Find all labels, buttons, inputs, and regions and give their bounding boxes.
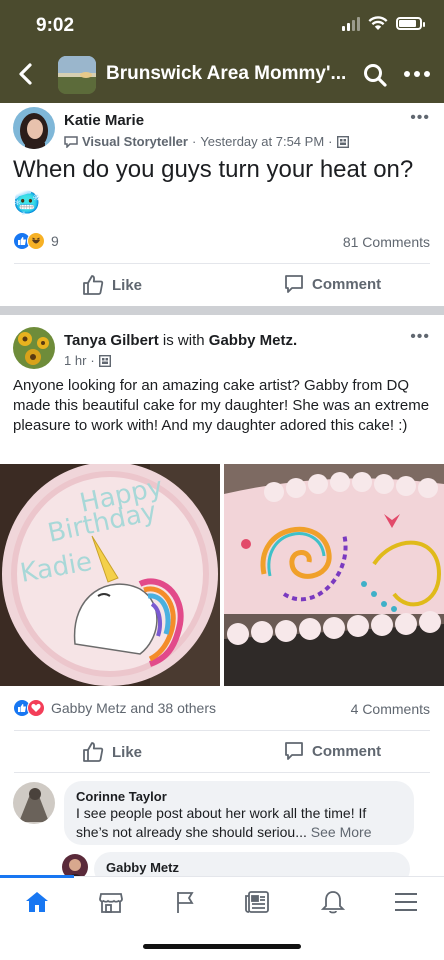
post-author[interactable]: Tanya Gilbert bbox=[64, 332, 159, 349]
group-privacy-icon bbox=[336, 135, 349, 148]
like-button[interactable]: Like bbox=[82, 274, 142, 296]
group-privacy-icon bbox=[98, 354, 111, 367]
reaction-summary[interactable]: 9 bbox=[13, 232, 59, 250]
comment-icon bbox=[285, 275, 303, 293]
post-options-icon[interactable]: ••• bbox=[410, 328, 430, 346]
thumbs-up-icon bbox=[83, 275, 104, 295]
like-label: Like bbox=[112, 276, 143, 294]
reaction-summary[interactable]: Gabby Metz and 38 others bbox=[13, 699, 216, 717]
comment-author[interactable]: Gabby Metz bbox=[106, 860, 398, 875]
comment-button[interactable]: Comment bbox=[284, 274, 381, 294]
post-meta: Visual Storyteller · Yesterday at 7:54 P… bbox=[64, 134, 349, 149]
divider bbox=[14, 772, 430, 773]
comment-bubble[interactable]: Corinne Taylor I see people post about h… bbox=[64, 781, 414, 845]
badge-icon bbox=[64, 135, 78, 148]
post-meta: 1 hr · bbox=[64, 353, 111, 368]
cake-photo-2[interactable] bbox=[224, 464, 444, 686]
tagged-user[interactable]: Gabby Metz bbox=[209, 332, 293, 349]
post-author-line: Tanya Gilbert is with Gabby Metz. bbox=[64, 332, 298, 349]
comment-author[interactable]: Corinne Taylor bbox=[76, 789, 402, 804]
top-bar: 9:02 Brunswick Area Mommy'... bbox=[0, 0, 444, 103]
battery-icon bbox=[396, 17, 425, 30]
status-time: 9:02 bbox=[36, 15, 75, 36]
post-time[interactable]: Yesterday at 7:54 PM bbox=[200, 134, 324, 149]
avatar[interactable] bbox=[13, 107, 55, 149]
post-options-icon[interactable]: ••• bbox=[410, 109, 430, 127]
signal-icon bbox=[342, 16, 360, 31]
comment-count[interactable]: 4 Comments bbox=[351, 701, 430, 717]
avatar[interactable] bbox=[13, 327, 55, 369]
news-icon[interactable] bbox=[240, 887, 276, 917]
reaction-count: 9 bbox=[51, 233, 59, 249]
post-author[interactable]: Katie Marie bbox=[64, 112, 144, 129]
comment-button[interactable]: Comment bbox=[284, 741, 381, 761]
home-icon[interactable] bbox=[19, 887, 55, 917]
love-reaction-icon bbox=[27, 699, 45, 717]
comment-count[interactable]: 81 Comments bbox=[343, 234, 430, 250]
divider bbox=[14, 263, 430, 264]
like-label: Like bbox=[112, 743, 143, 761]
comment-text: I see people post about her work all the… bbox=[76, 805, 372, 840]
post-time[interactable]: 1 hr bbox=[64, 353, 86, 368]
cake-photo-1[interactable]: Happy Birthday Kadie bbox=[0, 464, 220, 686]
comment-label: Comment bbox=[312, 742, 382, 760]
wifi-icon bbox=[368, 16, 388, 30]
menu-icon[interactable] bbox=[388, 887, 424, 917]
more-icon[interactable] bbox=[403, 67, 431, 81]
divider bbox=[14, 730, 430, 731]
pages-icon[interactable] bbox=[167, 887, 203, 917]
comment-label: Comment bbox=[312, 275, 382, 293]
reaction-names: Gabby Metz and 38 others bbox=[51, 700, 216, 716]
back-icon[interactable] bbox=[14, 60, 38, 88]
active-tab-indicator bbox=[0, 875, 74, 878]
post-text: Anyone looking for an amazing cake artis… bbox=[13, 377, 430, 434]
home-indicator bbox=[143, 944, 301, 949]
feed-separator bbox=[0, 306, 444, 315]
notifications-icon[interactable] bbox=[315, 887, 351, 917]
avatar[interactable] bbox=[13, 782, 55, 824]
marketplace-icon[interactable] bbox=[93, 887, 129, 917]
with-text: is with bbox=[162, 332, 205, 349]
search-icon[interactable] bbox=[362, 62, 388, 88]
cold-face-emoji: 🥶 bbox=[13, 190, 41, 215]
author-badge[interactable]: Visual Storyteller bbox=[82, 134, 188, 149]
group-title[interactable]: Brunswick Area Mommy'... bbox=[106, 63, 346, 85]
haha-reaction-icon bbox=[27, 232, 45, 250]
like-button[interactable]: Like bbox=[82, 741, 142, 763]
post-text: When do you guys turn your heat on? bbox=[13, 156, 414, 183]
group-avatar[interactable] bbox=[58, 56, 96, 94]
see-more-link[interactable]: See More bbox=[311, 824, 372, 840]
status-icons bbox=[342, 16, 425, 31]
comment-icon bbox=[285, 742, 303, 760]
thumbs-up-icon bbox=[83, 742, 104, 762]
